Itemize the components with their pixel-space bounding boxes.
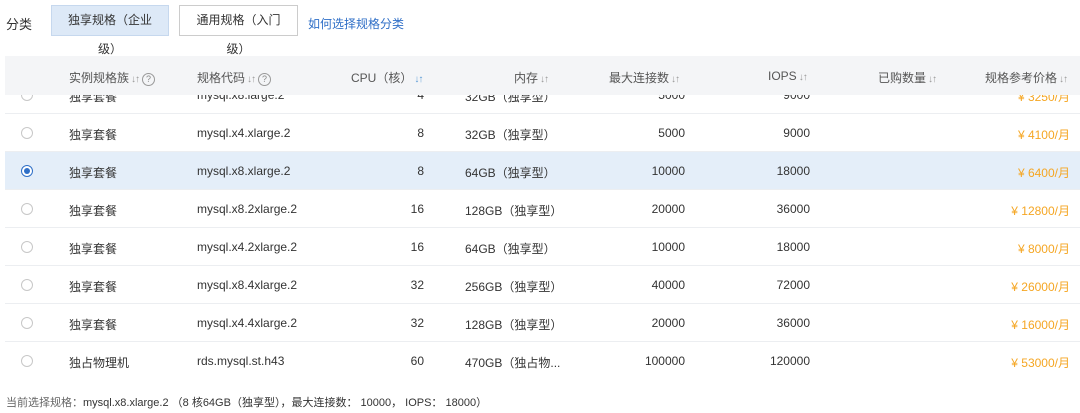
cell-memory: 470GB（独占物... [465, 356, 561, 370]
cell-memory: 128GB（独享型） [465, 318, 563, 332]
summary-value: mysql.x8.xlarge.2 （8 核64GB（独享型），最大连接数： 1… [83, 397, 488, 409]
tab-general-spec[interactable]: 通用规格（入门级） [179, 5, 298, 56]
cell-family: 独享套餐 [69, 204, 118, 218]
cell-max-connections: 10000 [651, 240, 685, 254]
table-row[interactable]: 独占物理机 rds.mysql.st.h43 60 470GB（独占物... 1… [5, 342, 1080, 378]
row-radio[interactable] [21, 279, 33, 291]
header-price[interactable]: 规格参考价格 ↓↑ [985, 69, 1068, 86]
header-code[interactable]: 规格代码 ↓↑? [197, 69, 272, 86]
header-cpu[interactable]: CPU（核） ↓↑ [351, 69, 423, 86]
row-radio-checked[interactable] [21, 165, 33, 177]
sort-icon[interactable]: ↓↑ [928, 74, 937, 85]
help-link-choose-category[interactable]: 如何选择规格分类 [308, 15, 404, 32]
cell-iops: 36000 [776, 202, 810, 216]
help-icon[interactable]: ? [258, 73, 272, 86]
table-row[interactable]: 独享套餐 mysql.x4.xlarge.2 8 32GB（独享型） 5000 … [5, 114, 1080, 152]
cell-family: 独占物理机 [69, 356, 130, 370]
cell-memory: 64GB（独享型） [465, 166, 556, 180]
cell-cpu: 16 [410, 202, 424, 216]
cell-iops: 9000 [783, 126, 810, 140]
cell-code: rds.mysql.st.h43 [197, 354, 285, 368]
cell-code: mysql.x8.xlarge.2 [197, 164, 291, 178]
cell-cpu: 16 [410, 240, 424, 254]
header-family[interactable]: 实例规格族 ↓↑? [69, 69, 156, 86]
row-radio[interactable] [21, 317, 33, 329]
table-row[interactable]: 独享套餐 mysql.x8.4xlarge.2 32 256GB（独享型） 40… [5, 266, 1080, 304]
header-purchased[interactable]: 已购数量 ↓↑ [878, 69, 937, 86]
cell-iops: 36000 [776, 316, 810, 330]
header-memory[interactable]: 内存 ↓↑ [514, 69, 549, 86]
cell-family: 独享套餐 [69, 242, 118, 256]
cell-price: ¥ 8000/月 [1017, 242, 1070, 256]
category-label: 分类 [6, 17, 33, 32]
cell-cpu: 60 [410, 354, 424, 368]
sort-icon[interactable]: ↓↑ [414, 74, 423, 85]
table-row[interactable]: 独享套餐 mysql.x8.2xlarge.2 16 128GB（独享型） 20… [5, 190, 1080, 228]
cell-family: 独享套餐 [69, 318, 118, 332]
cell-price: ¥ 6400/月 [1017, 166, 1070, 180]
cell-code: mysql.x8.4xlarge.2 [197, 278, 298, 292]
cell-family: 独享套餐 [69, 280, 118, 294]
cell-code: mysql.x4.2xlarge.2 [197, 240, 298, 254]
cell-cpu: 8 [417, 164, 424, 178]
cell-cpu: 8 [417, 126, 424, 140]
header-max-connections[interactable]: 最大连接数 ↓↑ [609, 69, 680, 86]
table-row-selected[interactable]: 独享套餐 mysql.x8.xlarge.2 8 64GB（独享型） 10000… [5, 152, 1080, 190]
sort-icon[interactable]: ↓↑ [247, 74, 256, 85]
cell-code: mysql.x4.xlarge.2 [197, 126, 291, 140]
sort-icon[interactable]: ↓↑ [799, 72, 808, 83]
cell-memory: 128GB（独享型） [465, 204, 563, 218]
current-selection-summary: 当前选择规格：mysql.x8.xlarge.2 （8 核64GB（独享型），最… [6, 394, 487, 410]
cell-max-connections: 20000 [651, 316, 685, 330]
row-radio[interactable] [21, 355, 33, 367]
cell-cpu: 32 [410, 278, 424, 292]
sort-icon[interactable]: ↓↑ [131, 74, 140, 85]
cell-iops: 120000 [769, 354, 810, 368]
cell-max-connections: 20000 [651, 202, 685, 216]
cell-memory: 32GB（独享型） [465, 128, 556, 142]
cell-memory: 256GB（独享型） [465, 280, 563, 294]
spec-table: 实例规格族 ↓↑? 规格代码 ↓↑? CPU（核） ↓↑ 内存 ↓↑ 最大连接数 ↓↑ I… [5, 56, 1080, 378]
row-radio[interactable] [21, 241, 33, 253]
cell-max-connections: 10000 [651, 164, 685, 178]
cell-price: ¥ 26000/月 [1011, 280, 1070, 294]
sort-icon[interactable]: ↓↑ [671, 74, 680, 85]
cell-price: ¥ 4100/月 [1017, 128, 1070, 142]
table-row[interactable]: 独享套餐 mysql.x4.2xlarge.2 16 64GB（独享型） 100… [5, 228, 1080, 266]
row-radio[interactable] [21, 203, 33, 215]
category-bar: 分类 独享规格（企业级） 通用规格（入门级） 如何选择规格分类 [0, 0, 1080, 56]
tab-exclusive-spec[interactable]: 独享规格（企业级） [51, 5, 169, 56]
row-radio[interactable] [21, 127, 33, 139]
table-header: 实例规格族 ↓↑? 规格代码 ↓↑? CPU（核） ↓↑ 内存 ↓↑ 最大连接数 ↓↑ I… [5, 56, 1080, 95]
cell-price: ¥ 16000/月 [1011, 318, 1070, 332]
cell-max-connections: 5000 [658, 126, 685, 140]
cell-iops: 72000 [776, 278, 810, 292]
table-body: 独享套餐 mysql.x8.large.2 4 32GB（独享型） 5000 9… [5, 76, 1080, 378]
table-row[interactable]: 独享套餐 mysql.x4.4xlarge.2 32 128GB（独享型） 20… [5, 304, 1080, 342]
cell-price: ¥ 53000/月 [1011, 356, 1070, 370]
cell-price: ¥ 12800/月 [1011, 204, 1070, 218]
sort-icon[interactable]: ↓↑ [1059, 74, 1068, 85]
sort-icon[interactable]: ↓↑ [540, 74, 549, 85]
header-iops[interactable]: IOPS ↓↑ [768, 69, 808, 83]
cell-memory: 64GB（独享型） [465, 242, 556, 256]
cell-code: mysql.x4.4xlarge.2 [197, 316, 298, 330]
cell-max-connections: 40000 [651, 278, 685, 292]
cell-family: 独享套餐 [69, 166, 118, 180]
summary-label: 当前选择规格： [6, 397, 83, 409]
cell-family: 独享套餐 [69, 128, 118, 142]
help-icon[interactable]: ? [142, 73, 156, 86]
cell-cpu: 32 [410, 316, 424, 330]
cell-iops: 18000 [776, 240, 810, 254]
cell-iops: 18000 [776, 164, 810, 178]
cell-code: mysql.x8.2xlarge.2 [197, 202, 298, 216]
cell-max-connections: 100000 [644, 354, 685, 368]
